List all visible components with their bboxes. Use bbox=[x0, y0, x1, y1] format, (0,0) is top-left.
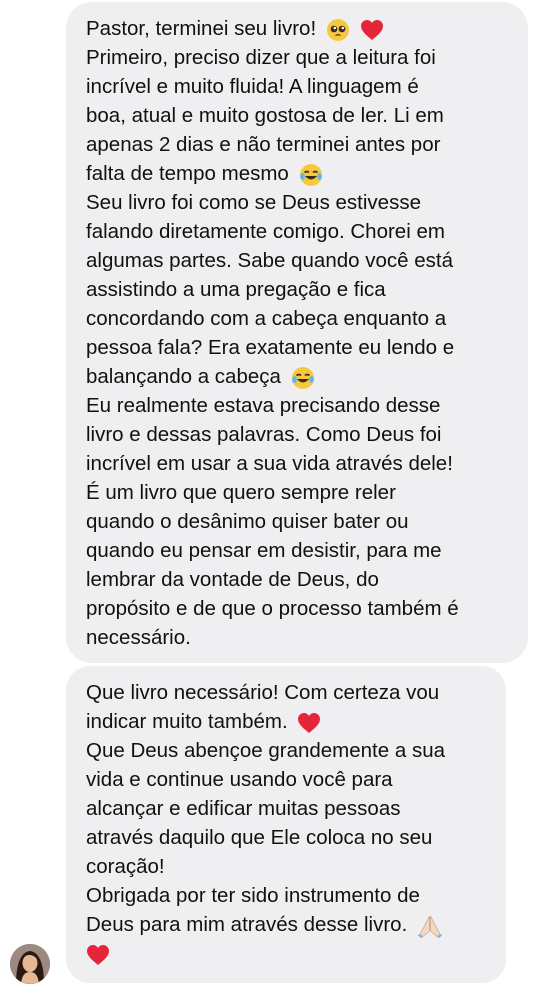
message-line: livro e dessas palavras. Como Deus foi bbox=[86, 423, 442, 446]
message-line: incrível em usar a sua vida através dele… bbox=[86, 452, 453, 475]
message-line: quando eu pensar em desistir, para me bbox=[86, 539, 442, 562]
message-line: Primeiro, preciso dizer que a leitura fo… bbox=[86, 46, 436, 69]
message-bubble-2[interactable]: Que livro necessário! Com certeza vou in… bbox=[66, 666, 506, 983]
message-line: vida e continue usando você para bbox=[86, 768, 393, 791]
message-text: balançando a cabeça bbox=[86, 365, 281, 388]
message-line: boa, atual e muito gostosa de ler. Li em bbox=[86, 104, 444, 127]
message-line: Deus para mim através desse livro. bbox=[86, 910, 490, 939]
message-line: necessário. bbox=[86, 626, 191, 649]
message-line: assistindo a uma pregação e fica bbox=[86, 278, 386, 301]
message-text: indicar muito também. bbox=[86, 710, 288, 733]
message-text: Pastor, terminei seu livro! bbox=[86, 17, 317, 40]
red-heart-icon bbox=[297, 712, 321, 734]
message-line: coração! bbox=[86, 855, 165, 878]
avatar[interactable] bbox=[10, 944, 50, 984]
message-line: através daquilo que Ele coloca no seu bbox=[86, 826, 433, 849]
message-line: concordando com a cabeça enquanto a bbox=[86, 307, 447, 330]
pleading-face-icon bbox=[326, 18, 350, 42]
message-line: propósito e de que o processo também é bbox=[86, 597, 459, 620]
message-line bbox=[86, 939, 490, 968]
message-line: Que Deus abençoe grandemente a sua bbox=[86, 739, 446, 762]
red-heart-icon bbox=[360, 19, 384, 41]
message-line: É um livro que quero sempre reler bbox=[86, 481, 396, 504]
message-bubble-1[interactable]: Pastor, terminei seu livro! Primeiro, pr… bbox=[66, 2, 528, 663]
message-line: Seu livro foi como se Deus estivesse bbox=[86, 191, 421, 214]
message-line: pessoa fala? Era exatamente eu lendo e bbox=[86, 336, 455, 359]
message-line: Que livro necessário! Com certeza vou bbox=[86, 681, 440, 704]
tears-of-joy-icon bbox=[299, 163, 323, 187]
message-line: falando diretamente comigo. Chorei em bbox=[86, 220, 445, 243]
message-line: apenas 2 dias e não terminei antes por bbox=[86, 133, 441, 156]
message-line: indicar muito também. bbox=[86, 707, 490, 736]
message-line: Pastor, terminei seu livro! bbox=[86, 14, 512, 43]
message-line: Eu realmente estava precisando desse bbox=[86, 394, 441, 417]
folded-hands-icon bbox=[417, 914, 443, 938]
message-line: Obrigada por ter sido instrumento de bbox=[86, 884, 420, 907]
message-line: algumas partes. Sabe quando você está bbox=[86, 249, 453, 272]
tears-of-joy-icon bbox=[291, 366, 315, 390]
message-text: Deus para mim através desse livro. bbox=[86, 913, 408, 936]
message-line: incrível e muito fluida! A linguagem é bbox=[86, 75, 419, 98]
message-line: quando o desânimo quiser bater ou bbox=[86, 510, 409, 533]
message-line: balançando a cabeça bbox=[86, 362, 512, 391]
message-text: falta de tempo mesmo bbox=[86, 162, 289, 185]
message-line: alcançar e edificar muitas pessoas bbox=[86, 797, 401, 820]
red-heart-icon bbox=[86, 944, 110, 966]
message-line: falta de tempo mesmo bbox=[86, 159, 512, 188]
message-line: lembrar da vontade de Deus, do bbox=[86, 568, 379, 591]
